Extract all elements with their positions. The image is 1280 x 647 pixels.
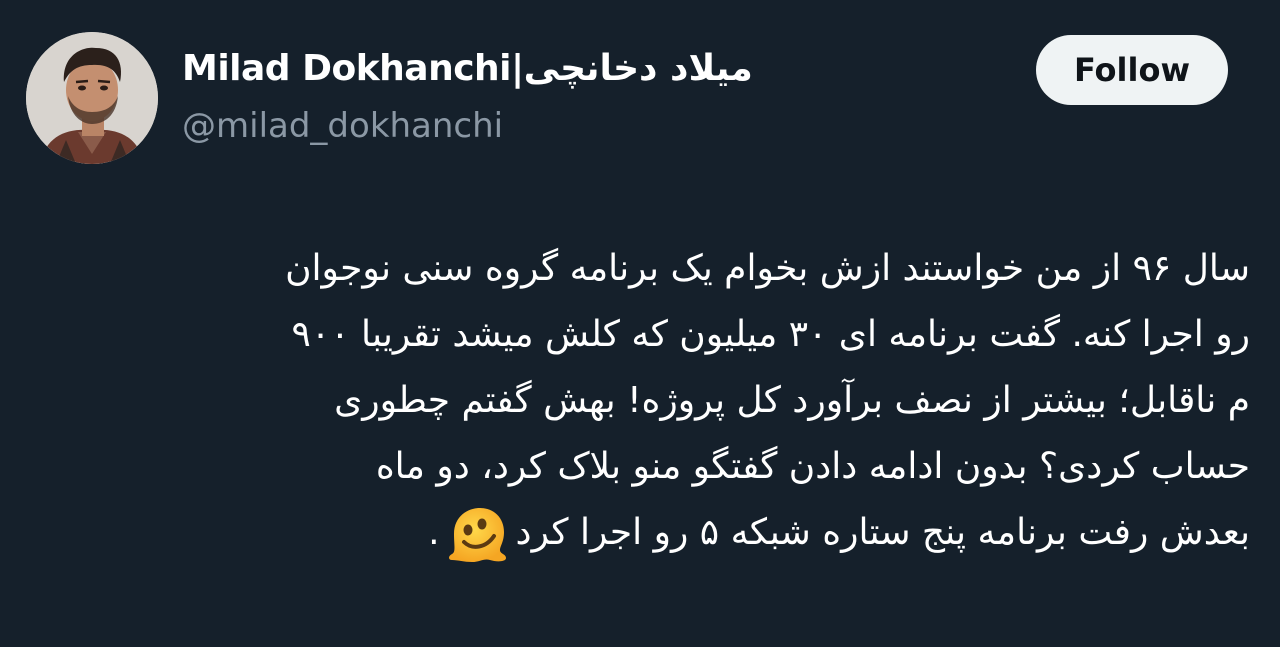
tweet-text-line: رو اجرا کنه. گفت برنامه ای ۳۰ میلیون که … — [291, 314, 1250, 355]
tweet-text-line: حساب کردی؟ بدون ادامه دادن گفتگو منو بلا… — [375, 446, 1250, 487]
tweet-text-line: سال ۹۶ از من خواستند ازش بخوام یک برنامه… — [285, 248, 1250, 289]
author-display-name[interactable]: Milad Dokhanchi|میلاد دخانچی — [182, 44, 753, 94]
tweet-card: Milad Dokhanchi|میلاد دخانچی @milad_dokh… — [0, 0, 1280, 647]
author-handle[interactable]: @milad_dokhanchi — [182, 103, 503, 149]
tweet-text-fragment: بعدش رفت برنامه پنج ستاره شبکه ۵ رو اجرا… — [515, 512, 1250, 553]
tweet-text-line: م ناقابل؛ بیشتر از نصف برآورد کل پروژه! … — [334, 380, 1250, 421]
avatar-photo — [26, 32, 158, 164]
melting-face-icon — [446, 504, 510, 564]
tweet-text-line-last: بعدش رفت برنامه پنج ستاره شبکه ۵ رو اجرا… — [30, 500, 1250, 566]
tweet-text: سال ۹۶ از من خواستند ازش بخوام یک برنامه… — [30, 236, 1250, 566]
avatar[interactable] — [26, 32, 158, 164]
follow-button[interactable]: Follow — [1036, 35, 1228, 105]
tweet-text-period: . — [428, 512, 440, 553]
